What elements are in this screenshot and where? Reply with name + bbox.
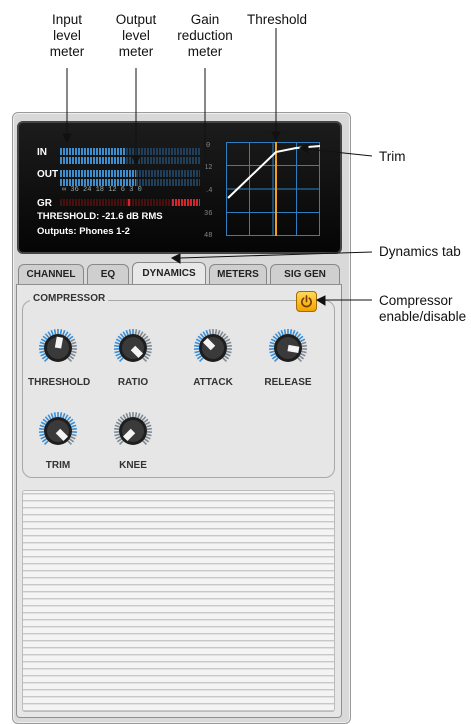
speaker-grille — [22, 490, 335, 712]
knee-label: KNEE — [119, 460, 147, 471]
release-knob[interactable] — [267, 327, 309, 369]
ratio-label: RATIO — [117, 377, 149, 388]
graph-tick-0: 0 — [206, 142, 211, 150]
out-meter-label: OUT — [37, 169, 59, 180]
gain-reduction-meter — [172, 199, 200, 206]
compression-transfer-graph[interactable] — [226, 142, 320, 236]
input-meter-callout: Input level meter — [49, 12, 85, 59]
input-meter-track-2 — [126, 157, 200, 164]
gr-peak-marker — [128, 199, 130, 206]
attack-label: ATTACK — [193, 377, 233, 388]
graph-tick-36: 36 — [204, 210, 213, 218]
gain-reduction-callout: Gain reduction meter — [177, 12, 233, 59]
tab-sig-gen[interactable]: SIG GEN — [270, 264, 340, 284]
transfer-curve — [227, 145, 320, 199]
outputs-readout: Outputs: Phones 1-2 — [37, 226, 130, 237]
knee-knob-group: KNEE — [103, 410, 163, 471]
tab-eq[interactable]: EQ — [87, 264, 129, 284]
tab-channel[interactable]: CHANNEL — [18, 264, 84, 284]
release-label: RELEASE — [264, 377, 312, 388]
compressor-title: COMPRESSOR — [30, 293, 109, 304]
trim-knob-group: TRIM — [28, 410, 88, 471]
attack-knob-group: ATTACK — [183, 327, 243, 388]
compressor-enable-button[interactable] — [296, 291, 317, 312]
trim-callout: Trim — [379, 149, 406, 164]
ratio-knob-group: RATIO — [103, 327, 163, 388]
threshold-knob-group: THRESHOLD — [28, 327, 91, 388]
input-level-meter — [60, 148, 126, 155]
output-level-meter — [60, 170, 136, 177]
trim-label: TRIM — [45, 460, 71, 471]
threshold-label: THRESHOLD — [28, 377, 91, 388]
attack-knob[interactable] — [192, 327, 234, 369]
compressor-enable-callout: Compressor enable/disable — [379, 293, 467, 324]
input-meter-track — [126, 148, 200, 155]
tab-dynamics[interactable]: DYNAMICS — [132, 262, 206, 284]
output-meter-track-2 — [136, 179, 200, 186]
tab-meters[interactable]: METERS — [209, 264, 267, 284]
graph-tick-48: 48 — [204, 232, 213, 240]
threshold-callout: Threshold — [247, 12, 308, 27]
output-meter-callout: Output level meter — [115, 12, 157, 59]
graph-tick-12: 12 — [204, 164, 213, 172]
release-knob-group: RELEASE — [258, 327, 318, 388]
meter-scale: ∞ 36 24 18 12 6 3 0 — [62, 186, 142, 194]
gr-meter-label: GR — [37, 198, 52, 209]
trim-knob[interactable] — [37, 410, 79, 452]
threshold-readout: THRESHOLD: -21.6 dB RMS — [37, 211, 163, 222]
power-icon — [301, 295, 312, 308]
gr-meter-track — [60, 199, 172, 206]
knee-knob[interactable] — [112, 410, 154, 452]
dynamics-tab-callout: Dynamics tab — [379, 244, 461, 259]
ratio-knob[interactable] — [112, 327, 154, 369]
output-level-meter-2 — [60, 179, 136, 186]
threshold-knob[interactable] — [37, 327, 79, 369]
output-meter-track — [136, 170, 200, 177]
graph-tick-24: 24 — [204, 187, 213, 195]
input-level-meter-2 — [60, 157, 126, 164]
in-meter-label: IN — [37, 147, 47, 158]
